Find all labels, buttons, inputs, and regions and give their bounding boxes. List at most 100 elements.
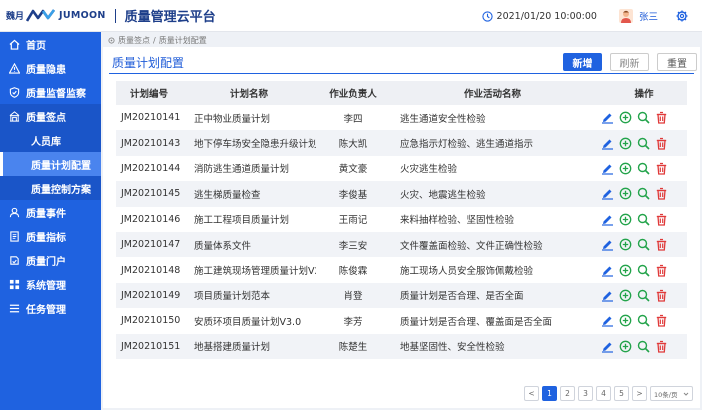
cell-activity: 火灾逃生检验 xyxy=(400,164,458,176)
cell-owner: 李俊基 xyxy=(338,189,368,201)
add-circle-icon[interactable] xyxy=(619,137,632,150)
col-header-actions: 操作 xyxy=(634,89,654,100)
table-row: JM20210148 施工建筑现场管理质量计划V2.0 陈俊霖 施工现场人员安全服饰佩… xyxy=(116,257,687,282)
cell-plan-id: JM20210149 xyxy=(121,289,181,301)
row-actions xyxy=(595,162,687,175)
search-icon[interactable] xyxy=(637,162,650,175)
cell-plan-id: JM20210143 xyxy=(121,137,181,149)
page-button[interactable]: 1 xyxy=(542,386,557,401)
search-icon[interactable] xyxy=(637,213,650,226)
page-button[interactable]: 3 xyxy=(578,386,593,401)
edit-icon[interactable] xyxy=(601,162,614,175)
delete-icon[interactable] xyxy=(655,314,668,327)
add-button[interactable]: 新增 xyxy=(563,53,602,71)
table-body: JM20210141 正中物业质量计划 李四 逃生通道安全性检验 JM20210143 地… xyxy=(116,105,687,359)
add-circle-icon[interactable] xyxy=(619,187,632,200)
delete-icon[interactable] xyxy=(655,137,668,150)
edit-icon[interactable] xyxy=(601,264,614,277)
grid-icon xyxy=(9,279,20,289)
row-actions xyxy=(595,137,687,150)
page-button[interactable]: 4 xyxy=(596,386,611,401)
sidebar-sub-plan-config[interactable]: 质量计划配置 xyxy=(0,152,101,176)
edit-icon[interactable] xyxy=(601,340,614,353)
sidebar-item-label: 质量监督监察 xyxy=(26,88,86,100)
add-circle-icon[interactable] xyxy=(619,111,632,124)
edit-icon[interactable] xyxy=(601,213,614,226)
row-actions xyxy=(595,213,687,226)
add-circle-icon[interactable] xyxy=(619,340,632,353)
sidebar-item-label: 任务管理 xyxy=(26,304,66,316)
row-actions xyxy=(595,264,687,277)
add-circle-icon[interactable] xyxy=(619,213,632,226)
logo-en: JUMOON xyxy=(59,10,106,21)
sidebar-item-indicators[interactable]: 质量指标 xyxy=(0,224,101,248)
sidebar-item-supervision[interactable]: 质量监督监察 xyxy=(0,80,101,104)
cell-owner: 肖登 xyxy=(343,291,363,303)
edit-icon[interactable] xyxy=(601,289,614,302)
cell-activity: 文件覆盖面检验、文件正确性检验 xyxy=(400,240,543,252)
table-row: JM20210144 消防逃生通道质量计划 黄文豪 火灾逃生检验 xyxy=(116,156,687,181)
sidebar-item-system[interactable]: 系统管理 xyxy=(0,272,101,296)
delete-icon[interactable] xyxy=(655,162,668,175)
gear-icon[interactable] xyxy=(676,10,688,22)
search-icon[interactable] xyxy=(637,289,650,302)
breadcrumb-parent[interactable]: 质量签点 xyxy=(118,35,150,46)
sidebar-item-label: 质量计划配置 xyxy=(31,160,91,172)
sidebar-item-portal[interactable]: 质量门户 xyxy=(0,248,101,272)
table-row: JM20210145 逃生梯质量检查 李俊基 火灾、地震逃生检验 xyxy=(116,181,687,207)
edit-icon[interactable] xyxy=(601,238,614,251)
page-size-select[interactable]: 10条/页 xyxy=(650,386,693,401)
delete-icon[interactable] xyxy=(655,264,668,277)
edit-icon[interactable] xyxy=(601,314,614,327)
search-icon[interactable] xyxy=(637,238,650,251)
sidebar-item-label: 首页 xyxy=(26,40,46,52)
breadcrumb-separator: / xyxy=(153,35,156,45)
add-circle-icon[interactable] xyxy=(619,162,632,175)
edit-icon[interactable] xyxy=(601,187,614,200)
cell-owner: 陈楚生 xyxy=(338,342,368,354)
username[interactable]: 张三 xyxy=(639,9,658,23)
delete-icon[interactable] xyxy=(655,340,668,353)
page-button[interactable]: 2 xyxy=(560,386,575,401)
edit-icon[interactable] xyxy=(601,137,614,150)
delete-icon[interactable] xyxy=(655,213,668,226)
add-circle-icon[interactable] xyxy=(619,264,632,277)
search-icon[interactable] xyxy=(637,264,650,277)
page-button[interactable]: 5 xyxy=(614,386,629,401)
breadcrumb: 质量签点 / 质量计划配置 xyxy=(108,34,207,46)
search-icon[interactable] xyxy=(637,111,650,124)
sidebar-item-tasks[interactable]: 任务管理 xyxy=(0,296,101,320)
sidebar-item-quality-points[interactable]: 质量签点 xyxy=(0,104,101,128)
portal-icon xyxy=(10,255,19,265)
cell-plan-name: 正中物业质量计划 xyxy=(194,113,271,125)
edit-icon[interactable] xyxy=(601,111,614,124)
cell-plan-name: 施工工程项目质量计划 xyxy=(194,215,290,227)
search-icon[interactable] xyxy=(637,314,650,327)
cell-owner: 王雨记 xyxy=(338,215,368,227)
pagination: < 1 2 3 4 5 > 10条/页 xyxy=(524,386,693,401)
refresh-button[interactable]: 刷新 xyxy=(610,53,649,71)
sidebar-item-events[interactable]: 质量事件 xyxy=(0,200,101,224)
reset-button[interactable]: 重置 xyxy=(657,53,697,71)
search-icon[interactable] xyxy=(637,187,650,200)
search-icon[interactable] xyxy=(637,340,650,353)
sidebar-sub-personnel[interactable]: 人员库 xyxy=(0,128,101,152)
add-circle-icon[interactable] xyxy=(619,238,632,251)
avatar[interactable] xyxy=(618,9,633,23)
delete-icon[interactable] xyxy=(655,289,668,302)
sidebar-item-hazards[interactable]: 质量隐患 xyxy=(0,56,101,80)
delete-icon[interactable] xyxy=(655,187,668,201)
top-header: 魏月 JUMOON 质量管理云平台 2021/01/20 10:00:00 张三 xyxy=(0,0,702,32)
sidebar-item-home[interactable]: 首页 xyxy=(0,32,101,56)
add-circle-icon[interactable] xyxy=(619,314,632,327)
next-page-button[interactable]: > xyxy=(632,386,647,401)
sidebar-sub-control-plan[interactable]: 质量控制方案 xyxy=(0,176,101,200)
delete-icon[interactable] xyxy=(655,238,668,251)
search-icon[interactable] xyxy=(637,137,650,150)
document-icon xyxy=(10,230,19,242)
logo-mark-icon xyxy=(26,8,56,22)
header-right: 2021/01/20 10:00:00 张三 xyxy=(481,0,688,32)
delete-icon[interactable] xyxy=(655,111,668,124)
add-circle-icon[interactable] xyxy=(619,289,632,302)
prev-page-button[interactable]: < xyxy=(524,386,539,401)
